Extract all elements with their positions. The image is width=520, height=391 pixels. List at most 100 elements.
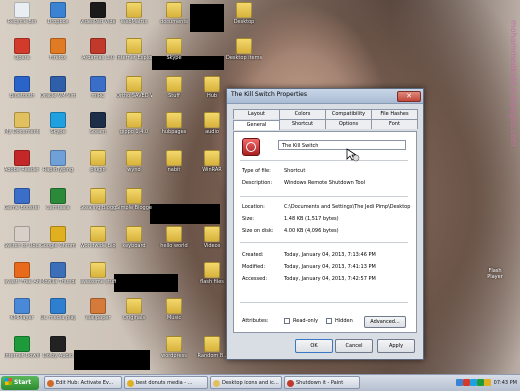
desktop-shortcut[interactable]: mIRC: [80, 76, 116, 112]
desktop-folder[interactable]: wordpress: [156, 336, 192, 372]
desktop-folder[interactable]: Stealing Blogger: [80, 188, 116, 224]
desktop-folder[interactable]: Stuff: [156, 76, 192, 112]
desktop-shortcut[interactable]: Camtasia: [40, 188, 76, 224]
desktop-icon-label: hubpages: [161, 129, 187, 135]
desktop-folder[interactable]: awesome stuff: [80, 262, 116, 298]
desktop-shortcut[interactable]: Steam: [80, 112, 116, 148]
desktop-folder[interactable]: gippo 1.4.0: [116, 112, 152, 148]
desktop-shortcut[interactable]: Dolby Audio: [40, 336, 76, 372]
desktop-shortcut[interactable]: Wallpaper: [80, 298, 116, 334]
apply-button[interactable]: Apply: [377, 339, 415, 353]
cancel-button[interactable]: Cancel: [335, 339, 373, 353]
readonly-checkbox[interactable]: [284, 318, 290, 324]
tab-general[interactable]: General: [233, 120, 280, 130]
property-label: Type of file:: [242, 168, 271, 174]
desktop-shortcut[interactable]: Adobe Reader X: [4, 150, 40, 186]
tray-icon[interactable]: [477, 379, 484, 386]
desktop-folder[interactable]: Skype: [156, 38, 192, 74]
tab-shortcut[interactable]: Shortcut: [279, 119, 326, 129]
hidden-checkbox[interactable]: [326, 318, 332, 324]
desktop-folder[interactable]: Random B..: [194, 336, 230, 372]
desktop-folder[interactable]: Worldwide Blogger: [80, 226, 116, 262]
desktop-icon-label: Music: [166, 315, 182, 321]
dialog-titlebar[interactable]: The Kill Switch Properties ✕: [227, 89, 423, 104]
desktop-shortcut[interactable]: avast! Free Antivirus: [4, 262, 40, 298]
tab-layout[interactable]: Layout: [233, 109, 280, 119]
desktop-shortcut[interactable]: Oracle VM VirtualBox: [40, 76, 76, 112]
desktop-folder[interactable]: flash files: [194, 262, 230, 298]
desktop-icon-label: nabit: [167, 167, 181, 173]
desktop-folder[interactable]: WinRAR: [194, 150, 230, 186]
desktop-folder[interactable]: Music: [156, 298, 192, 334]
desktop-folder[interactable]: Desktop: [226, 2, 262, 38]
desktop-shortcut[interactable]: KMPlayer: [4, 298, 40, 334]
desktop-icon-label: Google Chrome: [40, 243, 76, 249]
start-button[interactable]: Start: [1, 376, 39, 390]
desktop-shortcut[interactable]: RapidTyping: [40, 150, 76, 186]
file-name-field[interactable]: The Kill Switch: [278, 140, 406, 150]
desktop-folder[interactable]: Ortho SAVED W..: [116, 76, 152, 112]
folder-icon: [166, 76, 182, 92]
desktop-folder[interactable]: Hub: [194, 76, 230, 112]
tab-options[interactable]: Options: [325, 119, 372, 129]
app-icon: [14, 38, 30, 54]
desktop-folder[interactable]: Videos: [194, 226, 230, 262]
desktop-folder[interactable]: hubpages: [156, 112, 192, 148]
desktop-icon-label: plugin: [90, 167, 106, 173]
app-icon: [14, 262, 30, 278]
desktop-folder[interactable]: keyboard: [116, 226, 152, 262]
tab-strip: Layout Colors Compatibility File Hashes …: [233, 109, 418, 130]
desktop-shortcut[interactable]: My Documents: [4, 112, 40, 148]
desktop-folder[interactable]: hello world: [156, 226, 192, 262]
desktop-folder[interactable]: Originals: [116, 298, 152, 334]
advanced-button[interactable]: Advanced...: [364, 316, 406, 328]
desktop-shortcut[interactable]: Firefox: [40, 38, 76, 74]
clock[interactable]: 07:43 PM: [494, 377, 517, 390]
app-icon: [50, 38, 66, 54]
desktop-folder[interactable]: Internet Explorer: [116, 38, 152, 74]
desktop-shortcut[interactable]: Game Booster 3: [4, 188, 40, 224]
taskbar-window-button[interactable]: Edit Hub: Activate Ev...: [44, 376, 122, 389]
desktop-shortcut[interactable]: Opera: [4, 38, 40, 74]
ok-button[interactable]: OK: [295, 339, 333, 353]
readonly-label: Read-only: [293, 318, 319, 324]
tab-compatibility[interactable]: Compatibility: [325, 109, 372, 119]
tab-colors[interactable]: Colors: [279, 109, 326, 119]
taskbar-window-button[interactable]: Shutdown it - Paint: [284, 376, 360, 389]
desktop-folder[interactable]: audio: [194, 112, 230, 148]
desktop-folder[interactable]: nabit: [156, 150, 192, 186]
desktop-shortcut[interactable]: Bluetooth: [4, 76, 40, 112]
tray-icon[interactable]: [470, 379, 477, 386]
desktop-folder[interactable]: plugin: [80, 150, 116, 186]
desktop-shortcut[interactable]: Mozilla Thunderbird: [40, 262, 76, 298]
desktop-folder[interactable]: Simple Blogger: [116, 188, 152, 224]
taskbar-window-button[interactable]: best donuts media - ...: [124, 376, 208, 389]
close-button[interactable]: ✕: [397, 91, 421, 102]
tray-icon[interactable]: [463, 379, 470, 386]
tab-font[interactable]: Font: [371, 119, 418, 129]
folder-icon: [204, 150, 220, 166]
desktop-shortcut[interactable]: Internet Download Manager: [4, 336, 40, 372]
taskbar-window-button[interactable]: Desktop icons and ic...: [210, 376, 282, 389]
desktop-icon-label: Stealing Blogger: [80, 205, 116, 211]
desktop-icon-label: Wallpaper: [85, 315, 111, 321]
desktop-folder[interactable]: documents: [156, 2, 192, 38]
desktop-shortcut[interactable]: VideoPad Video Editor: [80, 2, 116, 38]
desktop-icon-label: Skype: [166, 55, 182, 61]
desktop-shortcut[interactable]: Switch to Ubuntu: [4, 226, 40, 262]
tray-icon[interactable]: [484, 379, 491, 386]
desktop-shortcut[interactable]: Skype: [40, 112, 76, 148]
desktop-shortcut[interactable]: Google Chrome: [40, 226, 76, 262]
app-icon: [50, 188, 66, 204]
app-icon: [14, 2, 30, 18]
taskbar-button-label: Edit Hub: Activate Ev...: [56, 380, 114, 386]
tray-icon[interactable]: [456, 379, 463, 386]
tab-file-hashes[interactable]: File Hashes: [371, 109, 418, 119]
desktop-folder[interactable]: wynd: [116, 150, 152, 186]
desktop-folder[interactable]: Desktop items: [226, 38, 262, 74]
desktop-shortcut[interactable]: Dropbox: [40, 2, 76, 38]
desktop-shortcut[interactable]: Recycle Bin: [4, 2, 40, 38]
desktop-shortcut[interactable]: UC media player: [40, 298, 76, 334]
desktop-folder[interactable]: WebMatrix: [116, 2, 152, 38]
desktop-shortcut[interactable]: Ardamax 3.0: [80, 38, 116, 74]
